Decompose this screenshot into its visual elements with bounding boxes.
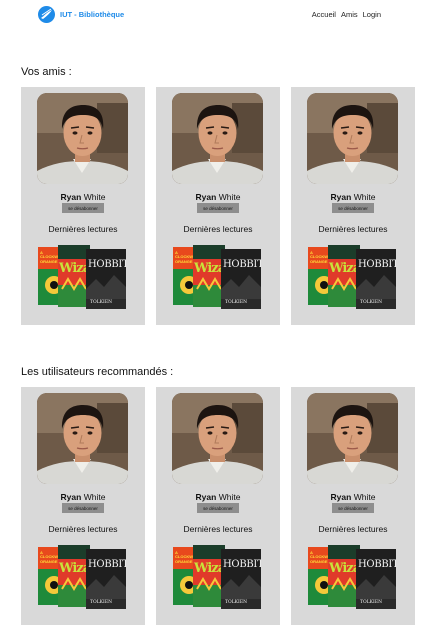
latest-reads-label: Dernières lectures bbox=[318, 524, 388, 534]
book-cover-hobbit[interactable]: HOBBIT TOLKIEN bbox=[86, 249, 126, 309]
user-first-name: Ryan bbox=[60, 192, 82, 202]
book-author-tolkien: TOLKIEN bbox=[225, 600, 248, 605]
latest-reads-label: Dernières lectures bbox=[183, 224, 253, 234]
user-first-name: Ryan bbox=[330, 192, 352, 202]
avatar[interactable] bbox=[172, 393, 263, 484]
book-title-hobbit: HOBBIT bbox=[358, 559, 396, 570]
unfollow-button[interactable]: se désabonner bbox=[62, 203, 104, 213]
book-cover-hobbit[interactable]: HOBBIT TOLKIEN bbox=[86, 549, 126, 609]
brand-name: IUT - Bibliothèque bbox=[60, 10, 125, 19]
user-card: Ryan White se désabonner Dernières lectu… bbox=[156, 87, 280, 325]
brand[interactable]: IUT - Bibliothèque bbox=[38, 6, 124, 23]
top-navbar: IUT - Bibliothèque Accueil Amis Login bbox=[0, 0, 431, 30]
avatar[interactable] bbox=[172, 93, 263, 184]
book-author-tolkien: TOLKIEN bbox=[360, 300, 383, 305]
latest-reads-label: Dernières lectures bbox=[318, 224, 388, 234]
latest-reads-covers: A CLOCKWORK ORANGE Wizard HOBBIT TO bbox=[38, 245, 130, 309]
book-title-hobbit: HOBBIT bbox=[223, 259, 261, 270]
book-author-tolkien: TOLKIEN bbox=[360, 600, 383, 605]
unfollow-button[interactable]: se désabonner bbox=[332, 203, 374, 213]
latest-reads-label: Dernières lectures bbox=[183, 524, 253, 534]
friends-title: Vos amis : bbox=[21, 66, 72, 78]
book-cover-hobbit[interactable]: HOBBIT TOLKIEN bbox=[356, 249, 396, 309]
nav-link-amis[interactable]: Amis bbox=[341, 10, 358, 19]
user-name[interactable]: Ryan White bbox=[156, 492, 280, 502]
recommended-title: Les utilisateurs recommandés : bbox=[21, 366, 174, 378]
latest-reads-label: Dernières lectures bbox=[48, 524, 118, 534]
book-author-tolkien: TOLKIEN bbox=[225, 300, 248, 305]
user-card: Ryan White se désabonner Dernières lectu… bbox=[291, 387, 415, 625]
nav-link-accueil[interactable]: Accueil bbox=[312, 10, 336, 19]
user-last-name: White bbox=[83, 192, 106, 202]
book-title-hobbit: HOBBIT bbox=[88, 559, 126, 570]
latest-reads-covers: A CLOCKWORK ORANGE Wizard HOBBIT TO bbox=[173, 545, 265, 609]
unfollow-button[interactable]: se désabonner bbox=[332, 503, 374, 513]
latest-reads-covers: A CLOCKWORK ORANGE Wizard HOBBIT TO bbox=[308, 245, 400, 309]
avatar[interactable] bbox=[37, 393, 128, 484]
avatar[interactable] bbox=[307, 393, 398, 484]
unfollow-button[interactable]: se désabonner bbox=[197, 203, 239, 213]
book-cover-hobbit[interactable]: HOBBIT TOLKIEN bbox=[221, 249, 261, 309]
user-last-name: White bbox=[218, 192, 241, 202]
book-cover-hobbit[interactable]: HOBBIT TOLKIEN bbox=[221, 549, 261, 609]
user-name[interactable]: Ryan White bbox=[291, 492, 415, 502]
book-title-hobbit: HOBBIT bbox=[223, 559, 261, 570]
book-cover-hobbit[interactable]: HOBBIT TOLKIEN bbox=[356, 549, 396, 609]
book-author-tolkien: TOLKIEN bbox=[90, 300, 113, 305]
latest-reads-covers: A CLOCKWORK ORANGE Wizard HOBBIT TO bbox=[308, 545, 400, 609]
book-author-tolkien: TOLKIEN bbox=[90, 600, 113, 605]
user-name[interactable]: Ryan White bbox=[21, 192, 145, 202]
user-card: Ryan White se désabonner Dernières lectu… bbox=[291, 87, 415, 325]
user-first-name: Ryan bbox=[195, 192, 217, 202]
latest-reads-covers: A CLOCKWORK ORANGE Wizard HOBBIT TO bbox=[173, 245, 265, 309]
recommended-grid: Ryan White se désabonner Dernières lectu… bbox=[21, 387, 415, 625]
nav-link-login[interactable]: Login bbox=[363, 10, 381, 19]
avatar[interactable] bbox=[307, 93, 398, 184]
unfollow-button[interactable]: se désabonner bbox=[197, 503, 239, 513]
user-card: Ryan White se désabonner Dernières lectu… bbox=[21, 87, 145, 325]
latest-reads-covers: A CLOCKWORK ORANGE Wizard HOBBIT TO bbox=[38, 545, 130, 609]
user-last-name: White bbox=[353, 492, 376, 502]
user-last-name: White bbox=[218, 492, 241, 502]
user-card: Ryan White se désabonner Dernières lectu… bbox=[156, 387, 280, 625]
user-last-name: White bbox=[353, 192, 376, 202]
user-first-name: Ryan bbox=[60, 492, 82, 502]
user-last-name: White bbox=[83, 492, 106, 502]
user-first-name: Ryan bbox=[330, 492, 352, 502]
logo-icon bbox=[38, 6, 55, 23]
latest-reads-label: Dernières lectures bbox=[48, 224, 118, 234]
unfollow-button[interactable]: se désabonner bbox=[62, 503, 104, 513]
avatar[interactable] bbox=[37, 93, 128, 184]
user-name[interactable]: Ryan White bbox=[291, 192, 415, 202]
user-name[interactable]: Ryan White bbox=[21, 492, 145, 502]
nav-links: Accueil Amis Login bbox=[312, 10, 381, 19]
book-title-hobbit: HOBBIT bbox=[358, 259, 396, 270]
book-title-hobbit: HOBBIT bbox=[88, 259, 126, 270]
friends-grid: Ryan White se désabonner Dernières lectu… bbox=[21, 87, 415, 325]
user-card: Ryan White se désabonner Dernières lectu… bbox=[21, 387, 145, 625]
user-name[interactable]: Ryan White bbox=[156, 192, 280, 202]
user-first-name: Ryan bbox=[195, 492, 217, 502]
